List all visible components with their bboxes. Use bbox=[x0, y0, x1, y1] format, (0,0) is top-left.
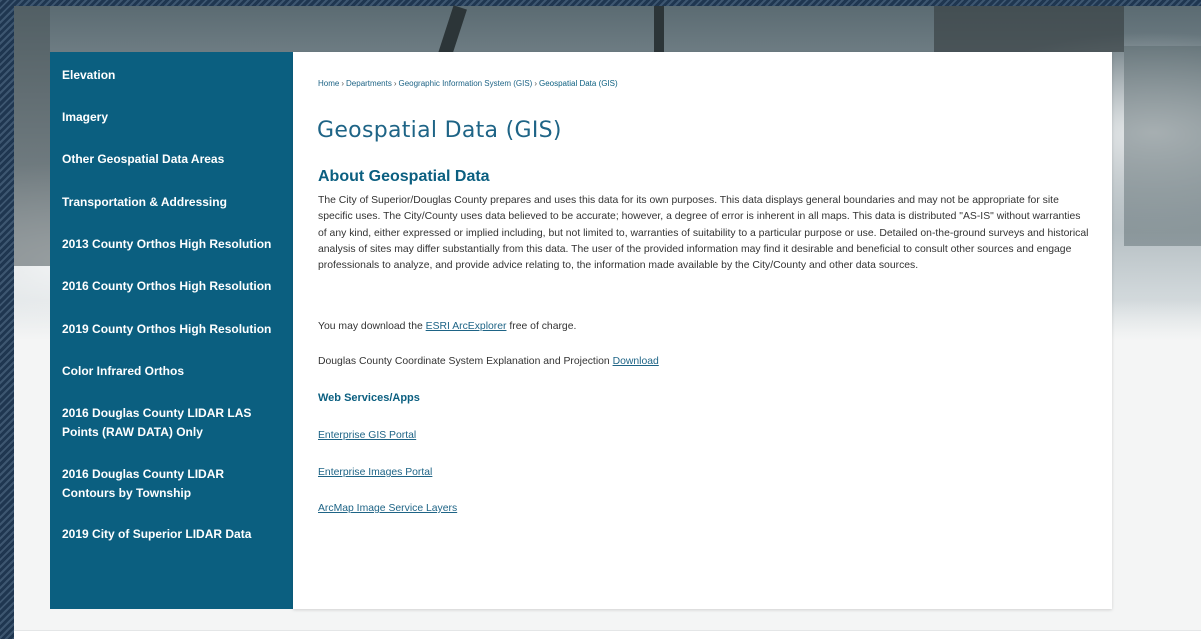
sidebar-item-other-geospatial[interactable]: Other Geospatial Data Areas bbox=[62, 150, 280, 169]
download-line-suffix: free of charge. bbox=[506, 321, 577, 332]
sidebar-item-2013-orthos[interactable]: 2013 County Orthos High Resolution bbox=[62, 235, 280, 254]
projection-line: Douglas County Coordinate System Explana… bbox=[318, 356, 659, 367]
projection-download-link[interactable]: Download bbox=[613, 356, 659, 367]
enterprise-images-portal-link[interactable]: Enterprise Images Portal bbox=[318, 467, 432, 478]
sidebar-item-2016-orthos[interactable]: 2016 County Orthos High Resolution bbox=[62, 277, 280, 296]
tree-canopy bbox=[934, 6, 1124, 52]
tree-canopy bbox=[14, 6, 50, 266]
breadcrumb-departments[interactable]: Departments bbox=[346, 79, 392, 88]
breadcrumb: Home › Departments › Geographic Information … bbox=[318, 79, 618, 88]
sidebar-item-2016-lidar-contours[interactable]: 2016 Douglas County LIDAR Contours by To… bbox=[62, 465, 280, 503]
enterprise-gis-portal-link[interactable]: Enterprise GIS Portal bbox=[318, 430, 416, 441]
breadcrumb-gis[interactable]: Geographic Information System (GIS) bbox=[398, 79, 532, 88]
sidebar-item-2019-superior-lidar[interactable]: 2019 City of Superior LIDAR Data bbox=[62, 525, 280, 544]
sidebar-nav: Elevation Imagery Other Geospatial Data … bbox=[50, 52, 293, 609]
download-line-prefix: You may download the bbox=[318, 321, 426, 332]
sidebar-item-2016-lidar-las[interactable]: 2016 Douglas County LIDAR LAS Points (RA… bbox=[62, 404, 280, 442]
main-content: Home › Departments › Geographic Information … bbox=[293, 52, 1112, 609]
page-title: Geospatial Data (GIS) bbox=[317, 118, 562, 143]
esri-arcexplorer-link[interactable]: ESRI ArcExplorer bbox=[426, 321, 507, 332]
sidebar-item-color-infrared[interactable]: Color Infrared Orthos bbox=[62, 362, 280, 381]
sidebar-item-transportation[interactable]: Transportation & Addressing bbox=[62, 193, 280, 212]
arcmap-image-service-layers-link[interactable]: ArcMap Image Service Layers bbox=[318, 503, 457, 514]
breadcrumb-separator: › bbox=[534, 79, 537, 88]
sidebar-item-2019-orthos[interactable]: 2019 County Orthos High Resolution bbox=[62, 320, 280, 339]
download-line: You may download the ESRI ArcExplorer fr… bbox=[318, 321, 576, 332]
breadcrumb-separator: › bbox=[341, 79, 345, 88]
tree-canopy bbox=[1124, 46, 1201, 246]
sidebar-item-elevation[interactable]: Elevation bbox=[62, 66, 280, 85]
breadcrumb-current: Geospatial Data (GIS) bbox=[538, 79, 618, 88]
tree-trunk bbox=[654, 6, 664, 56]
breadcrumb-separator: › bbox=[393, 79, 397, 88]
breadcrumb-home[interactable]: Home bbox=[318, 79, 339, 88]
section-title: About Geospatial Data bbox=[318, 168, 490, 185]
sidebar-item-imagery[interactable]: Imagery bbox=[62, 108, 280, 127]
web-services-heading: Web Services/Apps bbox=[318, 392, 420, 404]
projection-line-prefix: Douglas County Coordinate System Explana… bbox=[318, 356, 613, 367]
about-paragraph: The City of Superior/Douglas County prep… bbox=[318, 195, 1089, 272]
